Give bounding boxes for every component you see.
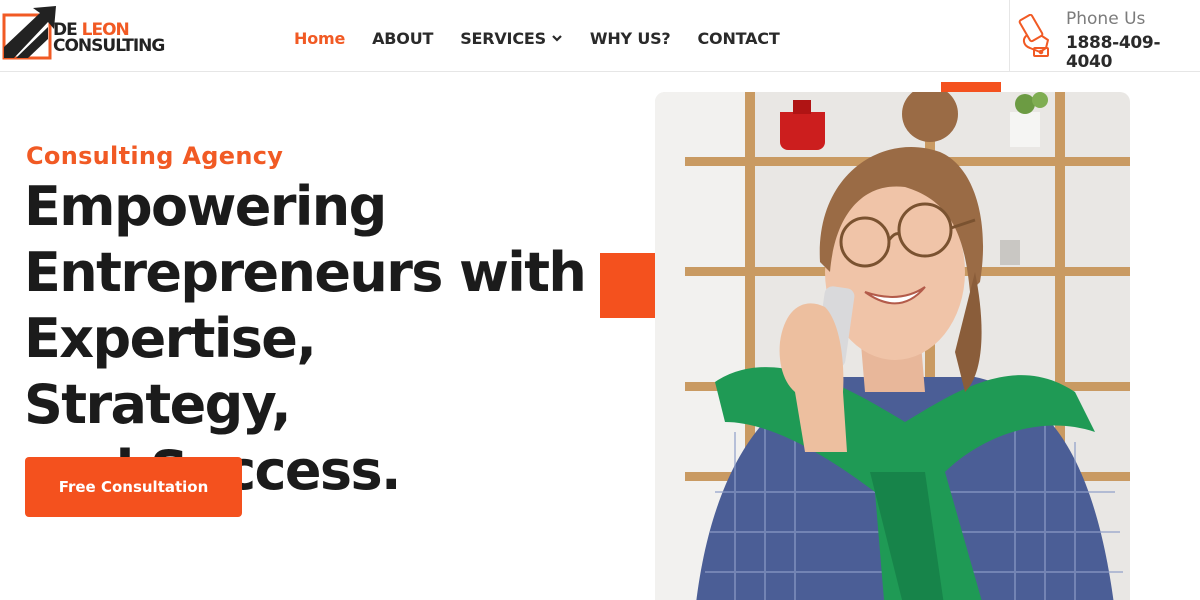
decorative-accent-block [600,253,656,318]
nav-home[interactable]: Home [294,29,345,48]
headline-line: Entrepreneurs with [24,241,587,304]
chevron-down-icon [552,35,562,42]
logo-wordmark: DE LEON CONSULTING [53,22,165,56]
hero-headline: Empowering Entrepreneurs with Expertise,… [24,174,594,504]
phone-hand-icon [1018,14,1049,57]
nav-why-us[interactable]: WHY US? [590,29,671,48]
phone-number[interactable]: 1888-409-4040 [1066,34,1176,72]
hero-image [655,92,1130,600]
site-header: DE LEON CONSULTING Home ABOUT SERVICES W… [0,0,1200,72]
woman-on-phone-illustration [655,92,1130,600]
headline-line: Expertise, Strategy, [24,307,317,436]
phone-label: Phone Us [1066,9,1146,29]
headline-line: Empowering [24,175,387,238]
logo-arrow-icon [2,6,56,60]
logo[interactable]: DE LEON CONSULTING [2,5,177,60]
nav-about[interactable]: ABOUT [372,29,433,48]
nav-contact[interactable]: CONTACT [698,29,780,48]
phone-contact[interactable]: Phone Us 1888-409-4040 [1009,0,1200,72]
main-nav: Home ABOUT SERVICES WHY US? CONTACT [294,27,807,49]
free-consultation-button[interactable]: Free Consultation [25,457,242,517]
nav-services-label: SERVICES [460,28,546,48]
logo-text-consulting: CONSULTING [53,36,165,56]
nav-services[interactable]: SERVICES [460,29,563,48]
hero-eyebrow: Consulting Agency [26,142,284,170]
